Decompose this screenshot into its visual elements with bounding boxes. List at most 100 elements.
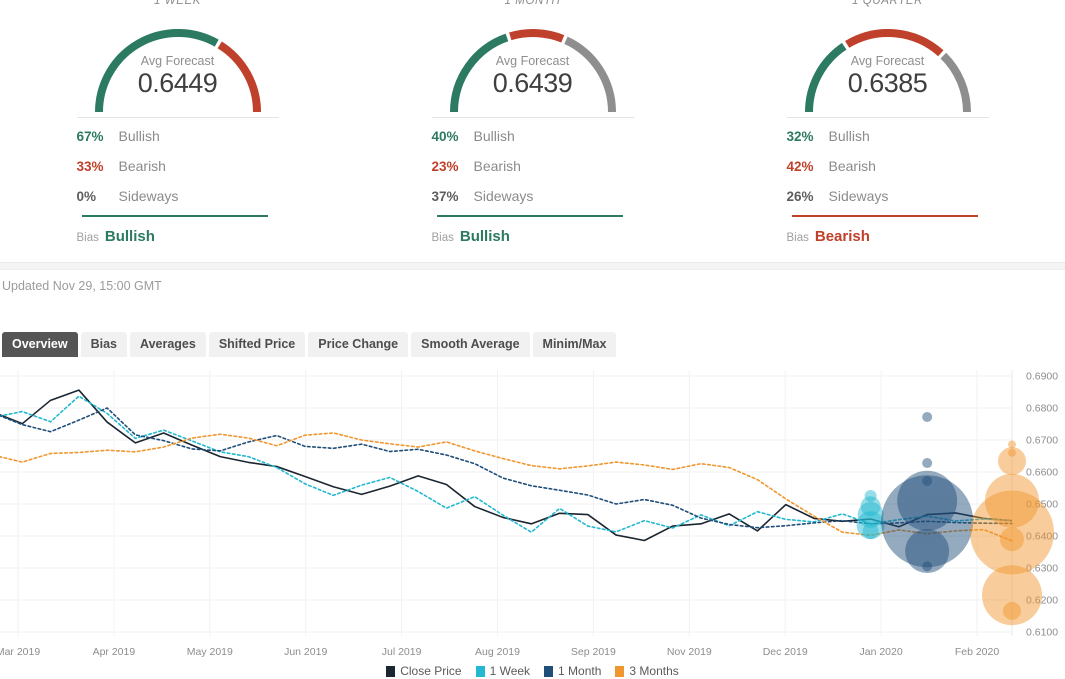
stat-row-bearish: 42% Bearish — [787, 158, 989, 188]
legend-swatch-icon — [386, 665, 396, 677]
bias-key: Bias — [76, 232, 99, 244]
forecast-bubble — [922, 561, 933, 572]
x-tick-label: Feb 2020 — [955, 646, 1000, 658]
forecast-page: 1 WEEK Avg Forecast 0.6449 67% Bullish 3… — [0, 0, 1065, 679]
bias-row: Bias Bullish — [77, 228, 155, 245]
legend-item[interactable]: 1 Month — [544, 664, 601, 678]
tab-averages[interactable]: Averages — [130, 332, 206, 357]
bearish-label: Bearish — [473, 158, 521, 174]
panel-title: 1 QUARTER — [851, 0, 923, 7]
sideways-percent: 26% — [786, 189, 814, 204]
legend-item[interactable]: 1 Week — [475, 664, 530, 678]
y-tick-label: 0.6100 — [1026, 627, 1058, 639]
bearish-segment — [844, 29, 943, 57]
legend-item[interactable]: Close Price — [386, 664, 462, 678]
bias-key: Bias — [786, 232, 809, 244]
x-tick-label: Jun 2019 — [284, 646, 327, 658]
bias-underline — [81, 215, 268, 217]
x-tick-label: Sep 2019 — [571, 646, 616, 658]
chart-x-axis: Mar 2019 Apr 2019 May 2019 Jun 2019 Jul 2019… — [0, 644, 1065, 660]
gauge-caption: Avg Forecast — [140, 54, 215, 68]
stat-row-bullish: 67% Bullish — [77, 128, 279, 158]
sideways-label: Sideways — [828, 188, 889, 204]
stat-row-sideways: 37% Sideways — [432, 188, 634, 218]
y-tick-label: 0.6900 — [1026, 371, 1058, 383]
gauge-value: 0.6385 — [847, 68, 928, 98]
tab-price-change[interactable]: Price Change — [308, 332, 409, 357]
bias-value: Bearish — [814, 228, 870, 245]
stat-row-bearish: 33% Bearish — [77, 158, 279, 188]
gauge-value: 0.6439 — [492, 68, 573, 98]
legend-swatch-icon — [475, 665, 485, 677]
forecast-bubble — [862, 523, 879, 540]
legend-label: Close Price — [400, 664, 462, 678]
legend-label: 3 Months — [629, 664, 679, 678]
forecast-panel-1-quarter: 1 QUARTER Avg Forecast 0.6385 32% Bullis… — [710, 0, 1065, 262]
panel-title: 1 MONTH — [504, 0, 561, 7]
panel-stats: 32% Bullish 42% Bearish 26% Sideways — [787, 128, 989, 218]
x-tick-label: Aug 2019 — [475, 646, 520, 658]
sideways-label: Sideways — [118, 188, 179, 204]
x-tick-label: Dec 2019 — [763, 646, 808, 658]
panel-divider — [431, 117, 634, 118]
forecast-panel-1-month: 1 MONTH Avg Forecast 0.6439 40% Bullish … — [355, 0, 710, 262]
bearish-segment — [508, 29, 564, 43]
gauge-1-month: Avg Forecast 0.6439 — [432, 16, 634, 117]
tab-shifted-price[interactable]: Shifted Price — [208, 332, 306, 357]
sideways-label: Sideways — [473, 188, 534, 204]
forecast-chart: 0.6900 0.6800 0.6700 0.6600 0.6500 0.6400 0.63… — [0, 370, 1065, 641]
stat-row-bearish: 23% Bearish — [432, 158, 634, 188]
bias-underline — [791, 215, 978, 217]
x-tick-label: May 2019 — [187, 646, 233, 658]
gauge-caption: Avg Forecast — [495, 54, 570, 68]
x-tick-label: Jan 2020 — [859, 646, 902, 658]
bias-value: Bullish — [459, 228, 510, 245]
legend-swatch-icon — [544, 665, 554, 677]
tab-minim-max[interactable]: Minim/Max — [532, 332, 617, 357]
section-separator — [0, 262, 1065, 270]
sideways-percent: 0% — [76, 189, 97, 204]
forecast-panel-1-week: 1 WEEK Avg Forecast 0.6449 67% Bullish 3… — [0, 0, 355, 262]
tab-bias[interactable]: Bias — [80, 332, 127, 357]
stat-row-bullish: 32% Bullish — [787, 128, 989, 158]
bullish-label: Bullish — [828, 128, 870, 144]
forecast-bubble — [1000, 527, 1024, 552]
y-tick-label: 0.6600 — [1026, 467, 1058, 479]
forecast-bubble — [922, 458, 933, 469]
panel-divider — [76, 117, 279, 118]
bullish-percent: 32% — [786, 129, 814, 144]
legend-label: 1 Month — [558, 664, 602, 678]
forecast-bubble — [1003, 601, 1021, 620]
panel-divider — [786, 117, 989, 118]
y-tick-label: 0.6800 — [1026, 403, 1058, 415]
bias-underline — [436, 215, 623, 217]
gauge-value: 0.6449 — [137, 68, 218, 98]
updated-timestamp: Updated Nov 29, 15:00 GMT — [2, 279, 162, 293]
stat-row-bullish: 40% Bullish — [432, 128, 634, 158]
panel-title: 1 WEEK — [153, 0, 202, 7]
legend-item[interactable]: 3 Months — [615, 664, 679, 678]
tab-overview[interactable]: Overview — [2, 332, 78, 357]
bullish-label: Bullish — [118, 128, 160, 144]
bias-key: Bias — [431, 232, 454, 244]
sideways-percent: 37% — [431, 189, 459, 204]
legend-swatch-icon — [615, 665, 625, 677]
forecast-panels: 1 WEEK Avg Forecast 0.6449 67% Bullish 3… — [0, 0, 1065, 262]
stat-row-sideways: 0% Sideways — [77, 188, 279, 218]
x-tick-label: Apr 2019 — [93, 646, 136, 658]
stat-row-sideways: 26% Sideways — [787, 188, 989, 218]
bullish-label: Bullish — [473, 128, 515, 144]
x-tick-label: Nov 2019 — [667, 646, 712, 658]
gauge-caption: Avg Forecast — [850, 54, 925, 68]
bearish-percent: 42% — [786, 159, 814, 174]
chart-tabs: Overview Bias Averages Shifted Price Price C… — [2, 332, 617, 357]
bias-row: Bias Bearish — [787, 228, 870, 245]
x-tick-label: Mar 2019 — [0, 646, 40, 658]
panel-stats: 40% Bullish 23% Bearish 37% Sideways — [432, 128, 634, 218]
forecast-bubble — [922, 411, 933, 422]
bearish-label: Bearish — [828, 158, 876, 174]
bearish-percent: 23% — [431, 159, 459, 174]
gauge-1-week: Avg Forecast 0.6449 — [77, 16, 279, 117]
forecast-bubble — [998, 447, 1026, 476]
tab-smooth-average[interactable]: Smooth Average — [411, 332, 530, 357]
